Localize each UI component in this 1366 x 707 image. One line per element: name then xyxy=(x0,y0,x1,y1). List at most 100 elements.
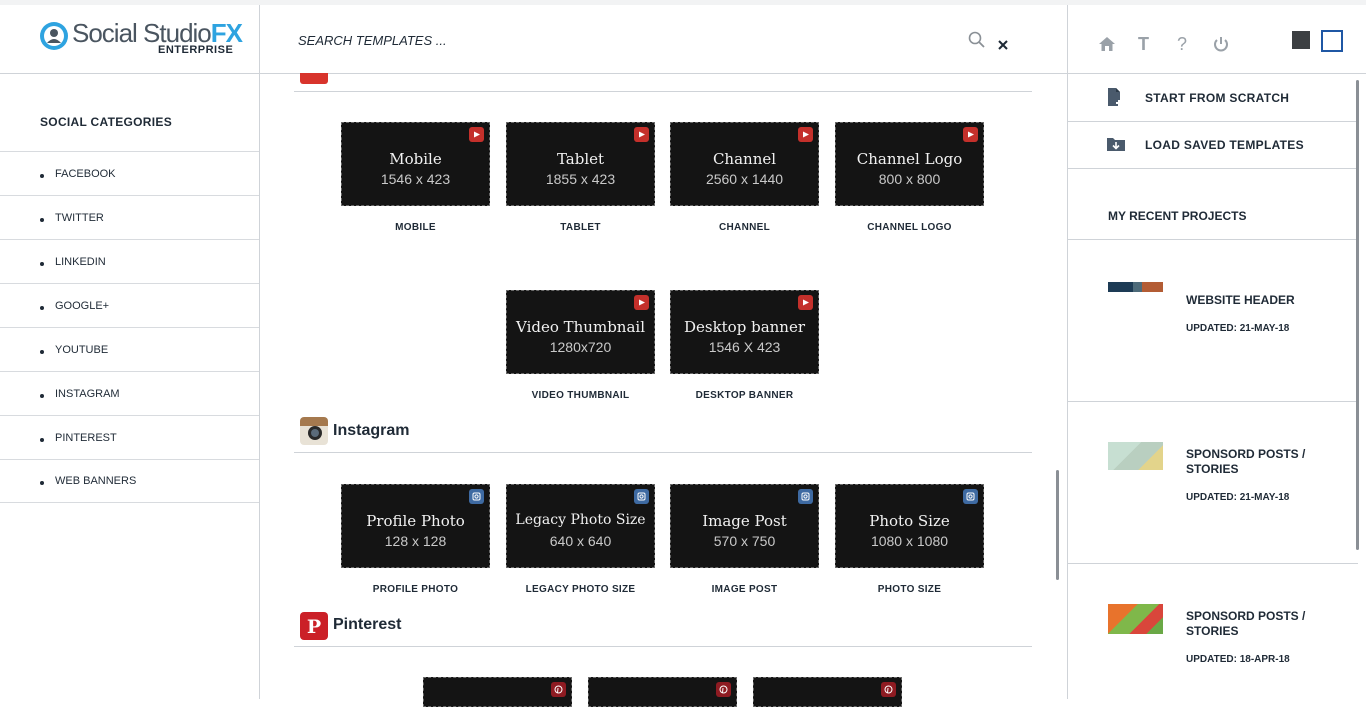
categories-title: SOCIAL CATEGORIES xyxy=(40,115,173,129)
project-divider xyxy=(1068,563,1358,564)
template-card-pinterest-3[interactable] xyxy=(753,677,902,707)
card-title: Photo Size xyxy=(869,512,950,530)
card-size: 1546 x 423 xyxy=(380,171,451,187)
right-divider xyxy=(1067,5,1068,699)
template-card-image-post[interactable]: Image Post 570 x 750 xyxy=(670,484,819,568)
bullet xyxy=(40,349,44,354)
folder-download-icon xyxy=(1107,138,1125,151)
card-title: Tablet xyxy=(556,150,605,168)
top-band xyxy=(0,0,1366,5)
pinterest-section-title: Pinterest xyxy=(333,616,402,633)
template-card-tablet[interactable]: Tablet 1855 x 423 xyxy=(506,122,655,206)
template-card-desktop-banner[interactable]: Desktop banner 1546 X 423 xyxy=(670,290,819,374)
instagram-icon xyxy=(798,489,813,504)
instagram-section-divider xyxy=(294,452,1032,453)
category-label: PINTEREST xyxy=(55,431,117,444)
card-size: 640 x 640 xyxy=(549,533,612,549)
category-youtube[interactable]: YOUTUBE xyxy=(0,327,259,371)
template-card-mobile[interactable]: Mobile 1546 x 423 xyxy=(341,122,490,206)
category-linkedin[interactable]: LINKEDIN xyxy=(0,239,259,283)
dark-theme-swatch[interactable] xyxy=(1292,31,1310,49)
categories-list: FACEBOOK TWITTER LINKEDIN GOOGLE+ YOUTUB… xyxy=(0,151,259,503)
youtube-icon xyxy=(634,127,649,142)
svg-text:P: P xyxy=(307,616,321,638)
instagram-icon xyxy=(469,489,484,504)
youtube-icon xyxy=(469,127,484,142)
template-card-pinterest-1[interactable] xyxy=(423,677,572,707)
project-thumbnail[interactable] xyxy=(1108,604,1163,634)
category-twitter[interactable]: TWITTER xyxy=(0,195,259,239)
project-date: UPDATED: 21-MAY-18 xyxy=(1186,492,1290,503)
pinterest-icon xyxy=(551,682,566,697)
template-card-pinterest-2[interactable] xyxy=(588,677,737,707)
card-title: Mobile xyxy=(389,150,442,168)
recent-projects-title: MY RECENT PROJECTS xyxy=(1108,209,1247,223)
card-size: 1080 x 1080 xyxy=(870,533,949,549)
category-google-plus[interactable]: GOOGLE+ xyxy=(0,283,259,327)
project-title[interactable]: SPONSORD POSTS / STORIES xyxy=(1186,609,1336,639)
card-title: Video Thumbnail xyxy=(516,318,645,336)
card-label: IMAGE POST xyxy=(711,584,778,595)
template-card-profile-photo[interactable]: Profile Photo 128 x 128 xyxy=(341,484,490,568)
card-size: 1280x720 xyxy=(549,339,612,355)
card-title: Profile Photo xyxy=(366,512,465,530)
project-title[interactable]: SPONSORD POSTS / STORIES xyxy=(1186,447,1336,477)
card-title: Channel xyxy=(712,150,777,168)
light-theme-swatch[interactable] xyxy=(1321,30,1343,52)
youtube-section-divider xyxy=(294,91,1032,92)
category-facebook[interactable]: FACEBOOK xyxy=(0,151,259,195)
category-label: INSTAGRAM xyxy=(55,387,120,400)
card-title: Legacy Photo Size xyxy=(515,512,646,528)
action-divider xyxy=(1068,121,1358,122)
search-icon[interactable] xyxy=(968,31,986,49)
new-file-icon xyxy=(1108,88,1122,106)
instagram-icon xyxy=(634,489,649,504)
youtube-icon xyxy=(798,295,813,310)
home-icon[interactable] xyxy=(1098,36,1116,52)
category-label: LINKEDIN xyxy=(55,255,106,268)
start-from-scratch-button[interactable]: START FROM SCRATCH xyxy=(1145,91,1289,105)
youtube-icon xyxy=(963,127,978,142)
instagram-section-icon xyxy=(300,417,328,445)
help-icon[interactable]: ? xyxy=(1177,34,1187,55)
recent-scrollbar[interactable] xyxy=(1356,80,1359,550)
recent-divider xyxy=(1068,239,1358,240)
category-instagram[interactable]: INSTAGRAM xyxy=(0,371,259,415)
card-label: TABLET xyxy=(560,222,601,233)
header-divider xyxy=(0,73,1366,74)
card-title: Desktop banner xyxy=(683,318,806,336)
pinterest-icon xyxy=(881,682,896,697)
card-label: CHANNEL xyxy=(719,222,770,233)
card-size: 570 x 750 xyxy=(713,533,776,549)
template-card-legacy-photo-size[interactable]: Legacy Photo Size 640 x 640 xyxy=(506,484,655,568)
project-thumbnail[interactable] xyxy=(1108,282,1163,292)
project-thumbnail[interactable] xyxy=(1108,442,1163,470)
project-date: UPDATED: 21-MAY-18 xyxy=(1186,323,1290,334)
youtube-icon xyxy=(798,127,813,142)
clear-search-icon[interactable] xyxy=(997,39,1009,51)
bullet xyxy=(40,393,44,398)
bullet xyxy=(40,305,44,310)
template-card-channel-logo[interactable]: Channel Logo 800 x 800 xyxy=(835,122,984,206)
card-label: LEGACY PHOTO SIZE xyxy=(525,584,636,595)
pinterest-icon xyxy=(716,682,731,697)
pinterest-section-divider xyxy=(294,646,1032,647)
search-input[interactable] xyxy=(296,28,900,52)
project-divider xyxy=(1068,401,1358,402)
app-logo[interactable]: Social StudioFX ENTERPRISE xyxy=(38,18,243,60)
category-pinterest[interactable]: PINTEREST xyxy=(0,415,259,459)
pinterest-section-icon: P xyxy=(300,612,328,640)
category-web-banners[interactable]: WEB BANNERS xyxy=(0,459,259,503)
card-label: CHANNEL LOGO xyxy=(867,222,952,233)
card-size: 800 x 800 xyxy=(878,171,941,187)
template-card-photo-size[interactable]: Photo Size 1080 x 1080 xyxy=(835,484,984,568)
template-card-channel[interactable]: Channel 2560 x 1440 xyxy=(670,122,819,206)
load-saved-templates-button[interactable]: LOAD SAVED TEMPLATES xyxy=(1145,138,1304,152)
category-label: YOUTUBE xyxy=(55,343,109,356)
text-icon[interactable]: T xyxy=(1138,34,1149,55)
power-icon[interactable] xyxy=(1212,35,1230,53)
templates-scrollbar[interactable] xyxy=(1056,470,1059,580)
template-card-video-thumbnail[interactable]: Video Thumbnail 1280x720 xyxy=(506,290,655,374)
project-title[interactable]: WEBSITE HEADER xyxy=(1186,293,1336,308)
bullet xyxy=(40,437,44,442)
